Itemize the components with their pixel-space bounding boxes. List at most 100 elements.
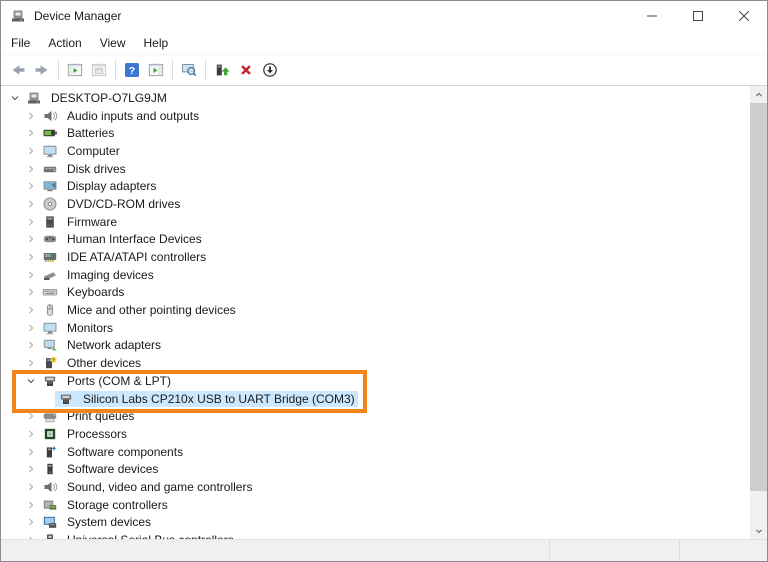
tree-item-monitors[interactable]: Monitors [1,319,750,337]
forward-button[interactable] [30,58,54,82]
mouse-icon [42,302,58,318]
chevron-right-icon[interactable] [23,231,39,247]
show-console-tree-button[interactable] [63,58,87,82]
chevron-down-icon[interactable] [7,90,23,106]
chevron-down-icon[interactable] [23,373,39,389]
chevron-right-icon[interactable] [23,249,39,265]
tree-item-label: DVD/CD-ROM drives [64,196,183,212]
chevron-right-icon[interactable] [23,461,39,477]
tree-item-dvd-cdrom[interactable]: DVD/CD-ROM drives [1,195,750,213]
menu-file[interactable]: File [2,32,39,54]
chevron-right-icon[interactable] [23,479,39,495]
processor-icon [42,426,58,442]
menu-view[interactable]: View [91,32,135,54]
vertical-scrollbar[interactable] [750,86,767,539]
disk-drive-icon [42,161,58,177]
disable-device-button[interactable] [258,58,282,82]
speaker-icon [42,479,58,495]
tree-item-label: Keyboards [64,284,127,300]
software-device-icon [42,461,58,477]
back-button[interactable] [6,58,30,82]
chevron-right-icon[interactable] [23,143,39,159]
chevron-right-icon[interactable] [23,161,39,177]
chevron-right-icon[interactable] [23,108,39,124]
tree-item-keyboards[interactable]: Keyboards [1,284,750,302]
tree-item-computer[interactable]: Computer [1,142,750,160]
tree-item-audio-inputs[interactable]: Audio inputs and outputs [1,107,750,125]
chevron-right-icon[interactable] [23,302,39,318]
tree-item-software-components[interactable]: Software components [1,443,750,461]
chevron-right-icon[interactable] [23,337,39,353]
tree-item-firmware[interactable]: Firmware [1,213,750,231]
chevron-right-icon[interactable] [23,125,39,141]
scrollbar-track[interactable] [750,103,767,522]
tree-item-display-adapters[interactable]: Display adapters [1,177,750,195]
tree-item-storage-controllers[interactable]: Storage controllers [1,496,750,514]
chevron-right-icon[interactable] [23,497,39,513]
tree-item-ports-com-lpt[interactable]: Ports (COM & LPT) [1,372,750,390]
tree-item-disk-drives[interactable]: Disk drives [1,160,750,178]
tree-item-label: Software devices [64,461,161,477]
tree-item-label: Network adapters [64,337,164,353]
tree-item-silicon-labs-cp210x[interactable]: Silicon Labs CP210x USB to UART Bridge (… [1,390,750,408]
tree-item-usb-controllers[interactable]: Universal Serial Bus controllers [1,531,750,539]
chevron-right-icon[interactable] [23,426,39,442]
imaging-device-icon [42,267,58,283]
tree-item-software-devices[interactable]: Software devices [1,460,750,478]
chevron-right-icon[interactable] [23,355,39,371]
tree-item-computer-root[interactable]: DESKTOP-O7LG9JM [1,89,750,107]
tree-item-other-devices[interactable]: Other devices [1,354,750,372]
tree-item-label: Mice and other pointing devices [64,302,239,318]
maximize-button[interactable] [675,1,721,31]
chevron-right-icon[interactable] [23,178,39,194]
network-adapter-icon [42,337,58,353]
show-action-pane-button[interactable] [144,58,168,82]
chevron-right-icon[interactable] [23,408,39,424]
tree-item-network-adapters[interactable]: Network adapters [1,337,750,355]
tree-item-mice[interactable]: Mice and other pointing devices [1,301,750,319]
scroll-up-button[interactable] [750,86,767,103]
toolbar-separator [115,60,116,80]
toolbar [1,55,767,86]
chevron-right-icon[interactable] [23,267,39,283]
tree-item-imaging-devices[interactable]: Imaging devices [1,266,750,284]
close-icon [739,11,749,21]
optical-disc-icon [42,196,58,212]
tree-item-print-queues[interactable]: Print queues [1,407,750,425]
tree-item-ide-ata[interactable]: IDE ATA/ATAPI controllers [1,248,750,266]
uninstall-device-button[interactable] [234,58,258,82]
chevron-placeholder [39,391,55,407]
chevron-right-icon[interactable] [23,196,39,212]
chevron-right-icon[interactable] [23,514,39,530]
keyboard-icon [42,284,58,300]
help-button[interactable] [120,58,144,82]
chevron-right-icon[interactable] [23,532,39,539]
status-bar-section [1,540,549,561]
chevron-right-icon[interactable] [23,284,39,300]
chevron-right-icon[interactable] [23,214,39,230]
chevron-right-icon[interactable] [23,444,39,460]
speaker-icon [42,108,58,124]
chevron-right-icon[interactable] [23,320,39,336]
help-icon [124,62,140,78]
tree-item-processors[interactable]: Processors [1,425,750,443]
menu-bar: File Action View Help [1,31,767,55]
properties-button[interactable] [87,58,111,82]
serial-port-icon [42,373,58,389]
scroll-down-button[interactable] [750,522,767,539]
menu-help[interactable]: Help [135,32,178,54]
scrollbar-thumb[interactable] [750,103,767,491]
tree-item-label: Disk drives [64,161,129,177]
minimize-button[interactable] [629,1,675,31]
status-bar-section [679,540,767,561]
scan-hardware-changes-button[interactable] [177,58,201,82]
tree-item-label: Sound, video and game controllers [64,479,255,495]
tree-item-batteries[interactable]: Batteries [1,124,750,142]
tree-item-sound-video-game[interactable]: Sound, video and game controllers [1,478,750,496]
close-button[interactable] [721,1,767,31]
update-driver-button[interactable] [210,58,234,82]
tree-item-label: Ports (COM & LPT) [64,373,174,389]
tree-item-system-devices[interactable]: System devices [1,514,750,532]
tree-item-hid[interactable]: Human Interface Devices [1,231,750,249]
menu-action[interactable]: Action [39,32,90,54]
